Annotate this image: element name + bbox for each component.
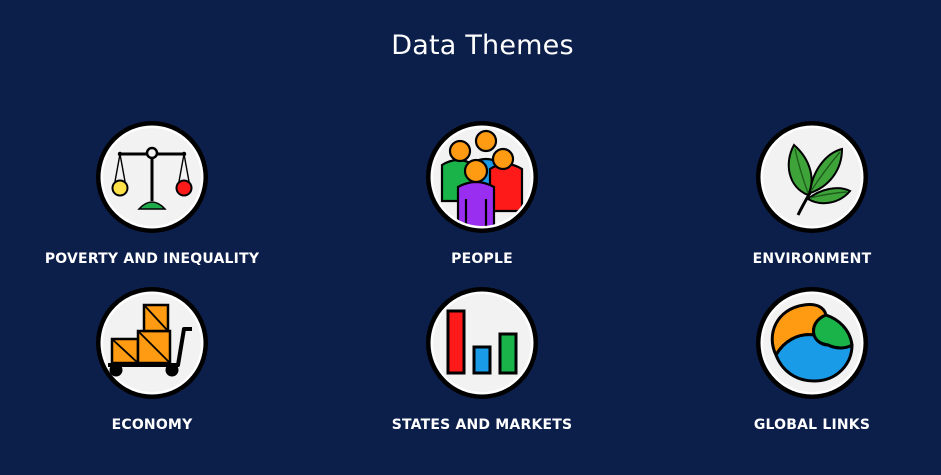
theme-global-links[interactable]: GLOBAL LINKS [682,285,941,433]
theme-states-and-markets[interactable]: STATES AND MARKETS [352,285,612,433]
theme-label: ENVIRONMENT [752,251,872,267]
pie-chart-icon [756,287,868,399]
theme-label: POVERTY AND INEQUALITY [44,251,260,267]
theme-label: PEOPLE [451,251,513,267]
scales-icon [96,121,208,233]
theme-label: STATES AND MARKETS [391,417,573,433]
hand-truck-boxes-icon [96,287,208,399]
theme-label: ECONOMY [111,417,193,433]
page-title: Data Themes [391,30,574,61]
theme-environment[interactable]: ENVIRONMENT [682,119,941,267]
theme-label: GLOBAL LINKS [753,417,871,433]
people-group-icon [426,121,538,233]
theme-economy[interactable]: ECONOMY [22,285,282,433]
theme-poverty-and-inequality[interactable]: POVERTY AND INEQUALITY [22,119,282,267]
bar-chart-icon [426,287,538,399]
leaves-icon [756,121,868,233]
theme-people[interactable]: PEOPLE [352,119,612,267]
